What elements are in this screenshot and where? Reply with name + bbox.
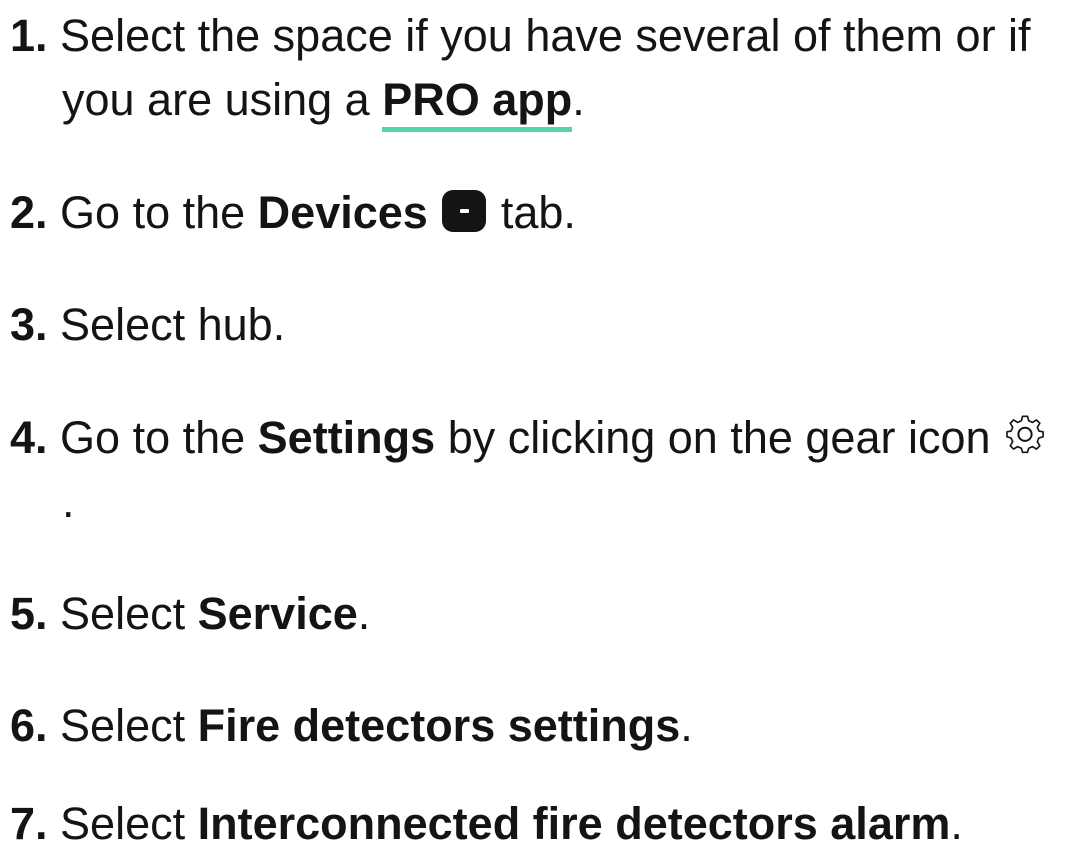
step-text: Select hub. — [60, 299, 286, 350]
step-text: . — [572, 74, 585, 125]
step-text: tab. — [488, 187, 576, 238]
step-text-continued: you are using a PRO app. — [10, 68, 1068, 132]
step-text: Go to the — [60, 187, 258, 238]
settings-label: Settings — [257, 412, 436, 463]
step-number: 4. — [10, 412, 48, 463]
step-text: Go to the — [60, 412, 258, 463]
step-text: Select — [60, 588, 198, 639]
interconnected-alarm-label: Interconnected fire detectors alarm — [197, 798, 951, 849]
step-1: 1. Select the space if you have several … — [10, 4, 1068, 132]
step-text: . — [680, 700, 693, 751]
step-text: . — [950, 798, 963, 849]
step-text: Select — [60, 700, 198, 751]
devices-icon-mark — [460, 209, 470, 213]
step-6: 6. Select Fire detectors settings. — [10, 694, 1068, 758]
step-text: Select — [60, 798, 198, 849]
step-number: 1. — [10, 10, 48, 61]
step-number: 3. — [10, 299, 48, 350]
fire-detectors-settings-label: Fire detectors settings — [197, 700, 681, 751]
step-2: 2. Go to the Devices tab. — [10, 181, 1068, 245]
step-number: 5. — [10, 588, 48, 639]
step-text: . — [357, 588, 371, 639]
gear-icon — [1006, 415, 1044, 454]
devices-icon — [442, 190, 487, 232]
step-7: 7. Select Interconnected fire detectors … — [10, 792, 1068, 856]
step-number: 6. — [10, 700, 48, 751]
step-number: 7. — [10, 798, 48, 849]
step-number: 2. — [10, 187, 48, 238]
step-3: 3. Select hub. — [10, 293, 1068, 357]
pro-app-link[interactable]: PRO app — [382, 74, 573, 132]
instruction-list: 1. Select the space if you have several … — [0, 0, 1074, 856]
step-text: by clicking on the gear icon — [435, 412, 1004, 463]
step-text-continued: . — [62, 476, 75, 527]
devices-label: Devices — [257, 187, 428, 238]
step-5: 5. Select Service. — [10, 582, 1068, 646]
step-text: Select the space if you have several of … — [60, 10, 1031, 61]
step-text: you are using a — [62, 74, 383, 125]
step-4: 4. Go to the Settings by clicking on the… — [10, 406, 1068, 534]
service-label: Service — [197, 588, 358, 639]
